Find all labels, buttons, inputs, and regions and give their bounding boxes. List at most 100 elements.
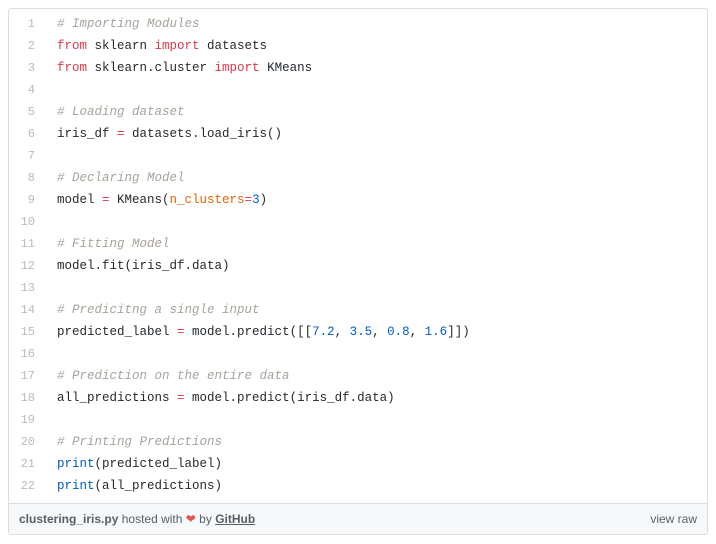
- line-number[interactable]: 16: [9, 343, 47, 365]
- filename-link[interactable]: clustering_iris.py: [19, 512, 118, 526]
- token: model.predict(iris_df.data): [185, 391, 395, 405]
- token: datasets: [200, 39, 268, 53]
- code-cell[interactable]: print(all_predictions): [47, 475, 222, 497]
- code-cell[interactable]: from sklearn.cluster import KMeans: [47, 57, 312, 79]
- code-cell[interactable]: all_predictions = model.predict(iris_df.…: [47, 387, 395, 409]
- line-number[interactable]: 13: [9, 277, 47, 299]
- code-line: 14# Predicitng a single input: [9, 299, 707, 321]
- line-number[interactable]: 10: [9, 211, 47, 233]
- code-line: 1 # Importing Modules: [9, 13, 707, 35]
- token: 7.2: [312, 325, 335, 339]
- line-number[interactable]: 8: [9, 167, 47, 189]
- token: # Printing Predictions: [57, 435, 222, 449]
- code-line: 22print(all_predictions): [9, 475, 707, 497]
- token: # Importing Modules: [57, 17, 200, 31]
- code-line: 15predicted_label = model.predict([[7.2,…: [9, 321, 707, 343]
- code-cell[interactable]: [47, 343, 65, 365]
- code-cell[interactable]: [47, 277, 65, 299]
- token: model.fit(iris_df.data): [57, 259, 230, 273]
- line-number[interactable]: 9: [9, 189, 47, 211]
- line-number[interactable]: 2: [9, 35, 47, 57]
- line-number[interactable]: 12: [9, 255, 47, 277]
- code-line: 12 model.fit(iris_df.data): [9, 255, 707, 277]
- code-cell[interactable]: [47, 79, 65, 101]
- token: ): [260, 193, 268, 207]
- gist-footer: clustering_iris.py hosted with ❤ by GitH…: [9, 503, 707, 534]
- token: ,: [335, 325, 350, 339]
- code-cell[interactable]: [47, 145, 65, 167]
- line-number[interactable]: 5: [9, 101, 47, 123]
- code-line: 21print(predicted_label): [9, 453, 707, 475]
- footer-right: view raw: [650, 512, 697, 526]
- token: ]]): [447, 325, 470, 339]
- code-cell[interactable]: # Declaring Model: [47, 167, 185, 189]
- line-number[interactable]: 20: [9, 431, 47, 453]
- line-number[interactable]: 1: [9, 13, 47, 35]
- code-line: 20 # Printing Predictions: [9, 431, 707, 453]
- line-number[interactable]: 22: [9, 475, 47, 497]
- code-cell[interactable]: iris_df = datasets.load_iris(): [47, 123, 282, 145]
- code-line: 16: [9, 343, 707, 365]
- code-cell[interactable]: print(predicted_label): [47, 453, 222, 475]
- github-link[interactable]: GitHub: [215, 512, 255, 526]
- code-cell[interactable]: # Fitting Model: [47, 233, 170, 255]
- code-cell[interactable]: [47, 211, 65, 233]
- line-number[interactable]: 4: [9, 79, 47, 101]
- line-number[interactable]: 18: [9, 387, 47, 409]
- token: sklearn: [87, 39, 155, 53]
- token: print: [57, 457, 95, 471]
- code-line: 2from sklearn import datasets: [9, 35, 707, 57]
- hosted-with-text: hosted with: [122, 512, 186, 526]
- gist-container: 1# Importing Modules2from sklearn import…: [8, 8, 708, 535]
- token: (predicted_label): [95, 457, 223, 471]
- code-cell[interactable]: # Predicitng a single input: [47, 299, 260, 321]
- token: from: [57, 39, 87, 53]
- code-line: 11# Fitting Model: [9, 233, 707, 255]
- token: =: [177, 391, 185, 405]
- line-number[interactable]: 19: [9, 409, 47, 431]
- token: ,: [410, 325, 425, 339]
- line-number[interactable]: 7: [9, 145, 47, 167]
- code-line: 10: [9, 211, 707, 233]
- code-cell[interactable]: # Prediction on the entire data: [47, 365, 290, 387]
- line-number[interactable]: 6: [9, 123, 47, 145]
- code-cell[interactable]: # Importing Modules: [47, 13, 200, 35]
- token: model: [57, 193, 102, 207]
- code-cell[interactable]: model.fit(iris_df.data): [47, 255, 230, 277]
- code-cell[interactable]: [47, 409, 65, 431]
- token: predicted_label: [57, 325, 177, 339]
- code-line: 13: [9, 277, 707, 299]
- code-cell[interactable]: # Loading dataset: [47, 101, 185, 123]
- code-cell[interactable]: model = KMeans(n_clusters=3): [47, 189, 267, 211]
- token: 1.6: [425, 325, 448, 339]
- token: =: [117, 127, 125, 141]
- by-text: by: [199, 512, 215, 526]
- code-cell[interactable]: from sklearn import datasets: [47, 35, 267, 57]
- code-line: 17# Prediction on the entire data: [9, 365, 707, 387]
- code-line: 19: [9, 409, 707, 431]
- line-number[interactable]: 11: [9, 233, 47, 255]
- code-line: 6iris_df = datasets.load_iris(): [9, 123, 707, 145]
- line-number[interactable]: 21: [9, 453, 47, 475]
- view-raw-link[interactable]: view raw: [650, 512, 697, 526]
- code-line: 5# Loading dataset: [9, 101, 707, 123]
- token: KMeans: [260, 61, 313, 75]
- line-number[interactable]: 3: [9, 57, 47, 79]
- code-cell[interactable]: # Printing Predictions: [47, 431, 222, 453]
- token: =: [245, 193, 253, 207]
- token: KMeans(: [110, 193, 170, 207]
- token: n_clusters: [170, 193, 245, 207]
- token: import: [155, 39, 200, 53]
- code-area[interactable]: 1# Importing Modules2from sklearn import…: [9, 9, 707, 503]
- line-number[interactable]: 14: [9, 299, 47, 321]
- token: model.predict([[: [185, 325, 313, 339]
- line-number[interactable]: 17: [9, 365, 47, 387]
- token: 3: [252, 193, 260, 207]
- code-line: 8 # Declaring Model: [9, 167, 707, 189]
- token: datasets.load_iris(): [125, 127, 283, 141]
- code-cell[interactable]: predicted_label = model.predict([[7.2, 3…: [47, 321, 470, 343]
- code-line: 18all_predictions = model.predict(iris_d…: [9, 387, 707, 409]
- line-number[interactable]: 15: [9, 321, 47, 343]
- token: # Declaring Model: [57, 171, 185, 185]
- token: 0.8: [387, 325, 410, 339]
